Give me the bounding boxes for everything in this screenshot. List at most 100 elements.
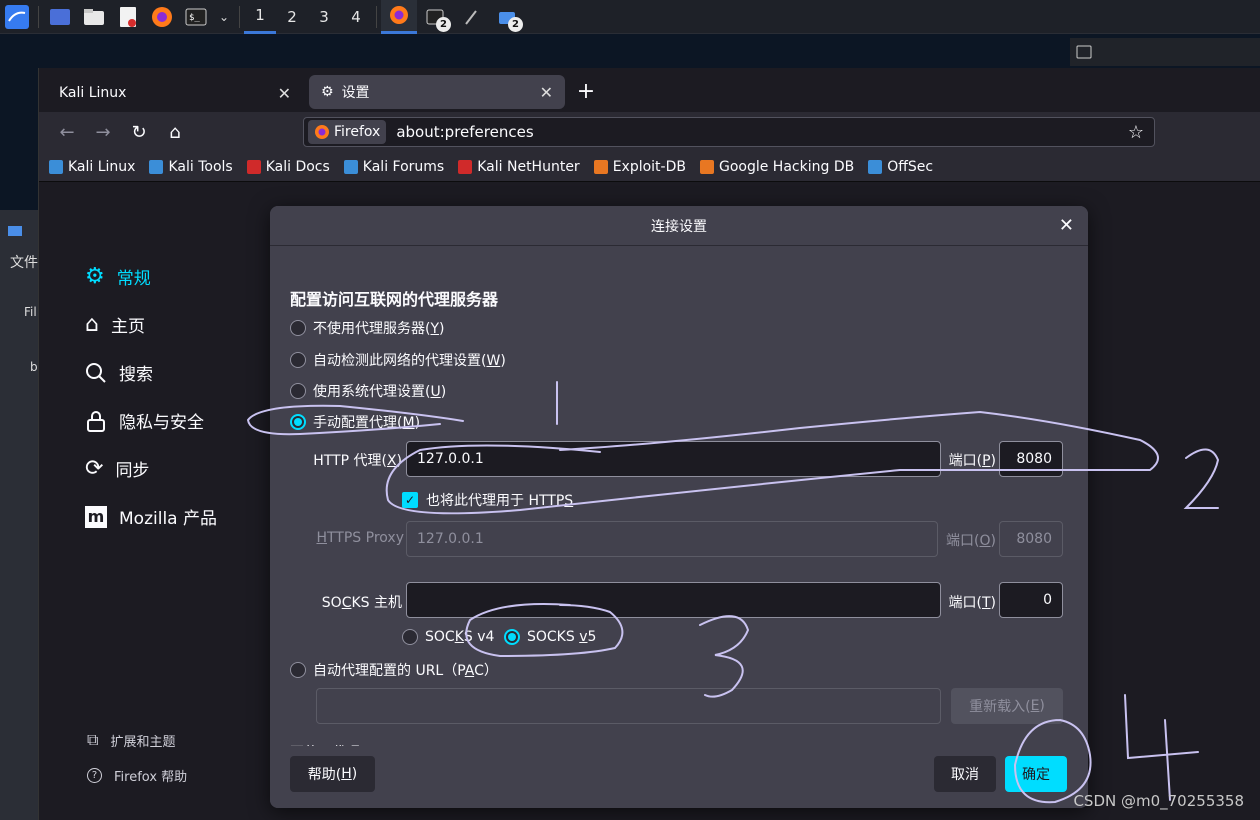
url-text[interactable]: about:preferences [396, 123, 1128, 141]
bookmark-kali-linux[interactable]: Kali Linux [49, 159, 135, 175]
bookmark-star-icon[interactable]: ☆ [1128, 122, 1144, 143]
checkmark-icon[interactable]: ✓ [402, 492, 418, 508]
workspace-3[interactable]: 3 [308, 0, 340, 34]
radio-manual-proxy[interactable]: 手动配置代理(M) [290, 412, 420, 432]
forward-button[interactable]: → [85, 117, 121, 147]
bookmark-kali-tools[interactable]: Kali Tools [149, 158, 233, 175]
sidebar-item-mozilla[interactable]: m Mozilla 产品 [85, 504, 217, 529]
radio-button[interactable] [504, 629, 520, 645]
bookmark-offsec[interactable]: OffSec [868, 159, 933, 175]
tab-label: 设置 [341, 85, 370, 101]
launcher-dropdown-icon[interactable]: ⌄ [218, 5, 230, 29]
editor-task-button[interactable] [453, 0, 489, 34]
radio-system-proxy[interactable]: 使用系统代理设置(U) [290, 381, 446, 401]
radio-label: 不使用代理服务器(Y) [313, 321, 445, 337]
lock-icon [87, 410, 105, 432]
tab-kali-linux[interactable]: Kali Linux ✕ [47, 74, 303, 112]
sidebar-item-sync[interactable]: ⟳ 同步 [85, 456, 149, 481]
sidebar-footer-label: 扩展和主题 [110, 734, 176, 750]
radio-no-proxy[interactable]: 不使用代理服务器(Y) [290, 318, 445, 338]
workspace-1[interactable]: 1 [244, 0, 276, 34]
socks-host-label: SOCKS 主机 [321, 595, 402, 611]
socks-port-label: 端口(T) [948, 595, 997, 611]
terminal-count-badge: 2 [436, 16, 451, 32]
firefox-icon [315, 125, 329, 139]
identity-box[interactable]: Firefox [308, 120, 387, 144]
folder-count-badge: 2 [508, 16, 523, 32]
bookmark-kali-forums[interactable]: Kali Forums [343, 158, 445, 175]
dialog-titlebar: 连接设置 ✕ [270, 206, 1088, 246]
bookmark-exploit-db[interactable]: Exploit-DB [593, 159, 686, 175]
socks-port-input[interactable]: 0 [999, 582, 1063, 618]
radio-pac[interactable]: 自动代理配置的 URL（PAC） [290, 660, 498, 680]
sidebar-help[interactable]: ? Firefox 帮助 [87, 766, 187, 785]
show-desktop-icon[interactable] [48, 5, 72, 29]
background-file-window[interactable]: 文件 Fil b [0, 210, 40, 820]
search-icon [86, 362, 106, 383]
background-terminal-window[interactable] [1070, 38, 1260, 66]
text-editor-icon[interactable] [116, 5, 140, 29]
back-button[interactable]: ← [49, 117, 85, 147]
terminal-icon [1076, 45, 1092, 59]
radio-button[interactable] [290, 320, 306, 336]
close-icon[interactable]: ✕ [1059, 215, 1074, 236]
reload-pac-button[interactable]: 重新载入(E) [951, 688, 1063, 724]
workspace-2[interactable]: 2 [276, 0, 308, 34]
url-bar[interactable]: Firefox about:preferences ☆ [303, 117, 1155, 147]
radio-label: 手动配置代理(M) [313, 415, 421, 431]
kali-menu-icon[interactable] [5, 4, 29, 29]
radio-socks-v5[interactable]: SOCKS v5 [504, 629, 596, 645]
bookmark-label: Kali Linux [68, 158, 136, 175]
bookmark-kali-docs[interactable]: Kali Docs [246, 159, 330, 175]
sidebar-item-label: 主页 [110, 317, 145, 337]
terminal-task-button[interactable]: 2 [417, 0, 453, 34]
tab-settings[interactable]: ⚙ 设置 ✕ [309, 75, 565, 109]
watermark: CSDN @m0_70255358 [1073, 792, 1244, 810]
sidebar-item-search[interactable]: 搜索 [85, 360, 153, 385]
bookmark-label: Google Hacking DB [718, 158, 855, 175]
bookmark-label: Kali Tools [168, 158, 233, 175]
firefox-task-button[interactable] [381, 0, 417, 34]
file-manager-icon[interactable] [82, 5, 106, 29]
radio-button[interactable] [290, 383, 306, 399]
bookmark-google-hacking-db[interactable]: Google Hacking DB [699, 158, 855, 175]
radio-button[interactable] [290, 352, 306, 368]
https-port-input[interactable]: 8080 [999, 521, 1063, 557]
radio-auto-detect[interactable]: 自动检测此网络的代理设置(W) [290, 350, 506, 370]
sync-icon: ⟳ [85, 456, 104, 481]
close-tab-icon[interactable]: ✕ [540, 83, 553, 102]
close-tab-icon[interactable]: ✕ [278, 84, 291, 103]
home-button[interactable]: ⌂ [157, 117, 193, 147]
help-button[interactable]: 帮助(H) [290, 756, 375, 792]
cancel-button[interactable]: 取消 [934, 756, 996, 792]
radio-button[interactable] [290, 414, 306, 430]
ok-button[interactable]: 确定 [1005, 756, 1067, 792]
workspace-4[interactable]: 4 [340, 0, 372, 34]
http-proxy-input[interactable]: 127.0.0.1 [406, 441, 941, 477]
sidebar-extensions[interactable]: ⧉ 扩展和主题 [87, 730, 175, 750]
radio-button[interactable] [290, 662, 306, 678]
http-port-input[interactable]: 8080 [999, 441, 1063, 477]
socks-host-input[interactable] [406, 582, 941, 618]
sidebar-item-label: Mozilla 产品 [119, 509, 217, 529]
new-tab-button[interactable]: + [571, 79, 601, 104]
https-proxy-label: HTTPS Proxy [316, 530, 404, 546]
radio-socks-v4[interactable]: SOCKS v4 [402, 629, 494, 645]
bookmark-label: Kali Forums [362, 158, 445, 175]
sidebar-item-home[interactable]: ⌂ 主页 [85, 312, 145, 337]
top-panel: $_ ⌄ 1 2 3 4 2 2 [0, 0, 1260, 34]
https-proxy-input[interactable]: 127.0.0.1 [406, 521, 938, 557]
firefox-launcher-icon[interactable] [150, 5, 174, 29]
file-menu-label[interactable]: 文件 [10, 252, 38, 272]
sidebar-item-privacy[interactable]: 隐私与安全 [85, 408, 204, 433]
dialog-title: 连接设置 [651, 218, 707, 235]
radio-button[interactable] [402, 629, 418, 645]
pac-url-input[interactable] [316, 688, 941, 724]
bookmark-kali-nethunter[interactable]: Kali NetHunter [458, 159, 580, 175]
sidebar-item-general[interactable]: ⚙ 常规 [85, 264, 151, 289]
reload-button[interactable]: ↻ [121, 117, 157, 147]
bookmarks-toolbar: Kali Linux Kali Tools Kali Docs Kali For… [39, 152, 1260, 182]
also-https-checkbox[interactable]: ✓ 也将此代理用于 HTTPS [402, 490, 573, 510]
folder-task-button[interactable]: 2 [489, 0, 525, 34]
terminal-launcher-icon[interactable]: $_ [184, 5, 208, 29]
